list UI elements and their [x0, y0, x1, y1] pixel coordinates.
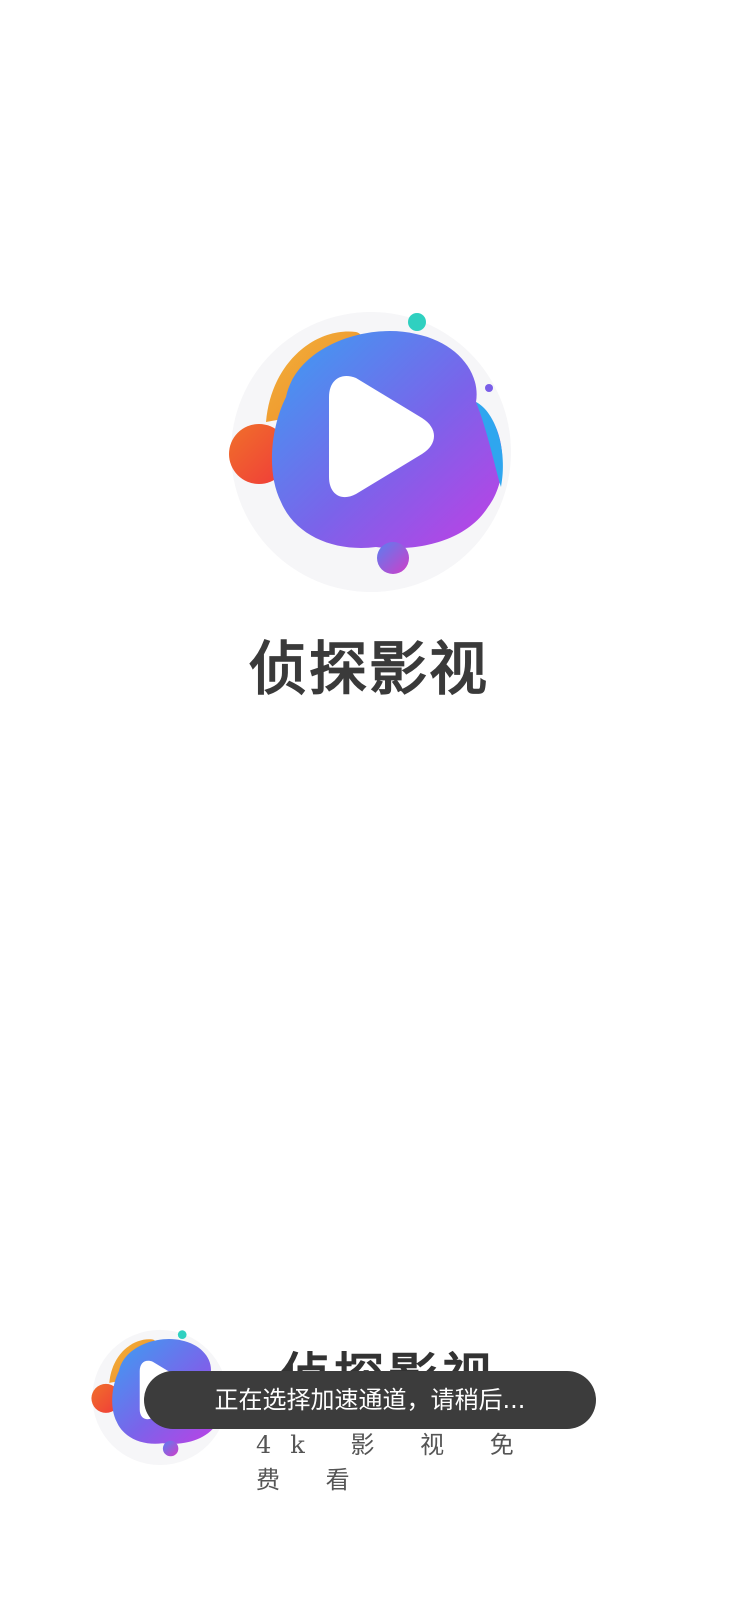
footer-slogan: 4k 影 视 免 费 看	[256, 1431, 533, 1494]
loading-toast: 正在选择加速通道，请稍后...	[144, 1371, 596, 1429]
play-blob-icon	[226, 302, 516, 592]
splash-screen: 侦探影视 侦探影视 4k 影 视 免 费 看 正在选择加速通道，请稍后...	[0, 0, 738, 1600]
app-title: 侦探影视	[248, 635, 489, 703]
